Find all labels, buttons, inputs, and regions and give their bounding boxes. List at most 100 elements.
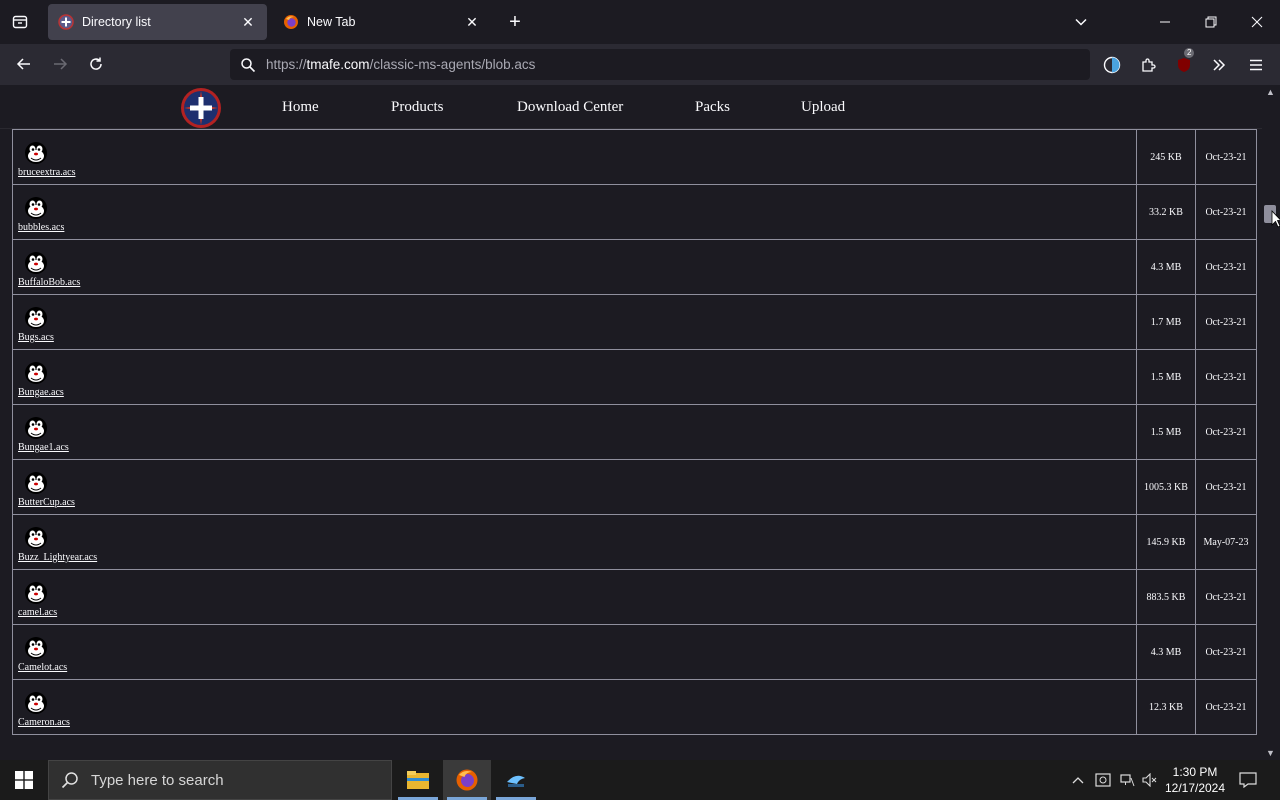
clock-time: 1:30 PM: [1172, 765, 1218, 779]
file-link[interactable]: BuffaloBob.acs: [18, 277, 80, 288]
minimize-icon[interactable]: [1142, 0, 1188, 44]
vpn-globe-icon[interactable]: [1098, 51, 1126, 79]
table-row: camel.acs 883.5 KB Oct-23-21: [12, 570, 1257, 625]
scroll-down-arrow-icon[interactable]: ▼: [1266, 748, 1275, 758]
file-size-cell: 245 KB: [1137, 130, 1196, 184]
page-content: Home Products Download Center Packs Uplo…: [0, 85, 1280, 760]
file-name-cell: Camelot.acs: [13, 625, 1137, 679]
url-text[interactable]: https://tmafe.com/classic-ms-agents/blob…: [266, 57, 535, 72]
agent-character-icon[interactable]: [23, 249, 49, 275]
app-taskbar-icon[interactable]: [492, 760, 540, 800]
file-link[interactable]: Cameron.acs: [18, 717, 70, 728]
tab-close-icon[interactable]: ✕: [463, 13, 481, 31]
back-arrow-icon[interactable]: [9, 50, 39, 78]
file-name-cell: bubbles.acs: [13, 185, 1137, 239]
file-date-cell: Oct-23-21: [1205, 316, 1247, 328]
agent-character-icon[interactable]: [23, 689, 49, 715]
firefox-view-icon[interactable]: [8, 10, 32, 34]
forward-arrow-icon[interactable]: [45, 50, 75, 78]
site-favicon-icon: [58, 14, 74, 30]
file-date-cell: Oct-23-21: [1205, 481, 1247, 493]
file-date-cell: Oct-23-21: [1205, 206, 1247, 218]
file-name-cell: bruceextra.acs: [13, 130, 1137, 184]
nav-upload-link[interactable]: Upload: [801, 99, 845, 116]
file-link[interactable]: camel.acs: [18, 607, 57, 618]
table-row: ButterCup.acs 1005.3 KB Oct-23-21: [12, 460, 1257, 515]
file-size-cell: 1.5 MB: [1137, 405, 1196, 459]
nav-products-link[interactable]: Products: [391, 99, 444, 116]
file-link[interactable]: bubbles.acs: [18, 222, 64, 233]
tab-directory-list[interactable]: Directory list ✕: [48, 4, 267, 40]
file-link[interactable]: Camelot.acs: [18, 662, 67, 673]
network-tray-icon[interactable]: [1116, 760, 1138, 800]
notification-center-icon[interactable]: [1234, 760, 1262, 800]
url-scheme: https://: [266, 57, 307, 72]
agent-character-icon[interactable]: [23, 634, 49, 660]
vertical-scrollbar[interactable]: ▲ ▼: [1262, 85, 1280, 760]
file-size-cell: 1.7 MB: [1137, 295, 1196, 349]
taskbar-clock[interactable]: 1:30 PM 12/17/2024: [1162, 764, 1228, 796]
extensions-puzzle-icon[interactable]: [1134, 51, 1162, 79]
file-link[interactable]: bruceextra.acs: [18, 167, 75, 178]
file-date-cell: Oct-23-21: [1205, 591, 1247, 603]
file-link[interactable]: ButterCup.acs: [18, 497, 75, 508]
firefox-taskbar-icon[interactable]: [443, 760, 491, 800]
taskbar-search-box[interactable]: Type here to search: [48, 760, 392, 800]
agent-character-icon[interactable]: [23, 414, 49, 440]
file-size-cell: 145.9 KB: [1137, 515, 1196, 569]
file-size-cell: 33.2 KB: [1137, 185, 1196, 239]
agent-character-icon[interactable]: [23, 579, 49, 605]
file-link[interactable]: Buzz_Lightyear.acs: [18, 552, 97, 563]
show-hidden-icons-chevron-icon[interactable]: [1068, 760, 1088, 800]
file-explorer-icon[interactable]: [394, 760, 442, 800]
close-window-icon[interactable]: [1234, 0, 1280, 44]
agent-character-icon[interactable]: [23, 304, 49, 330]
ublock-shield-icon[interactable]: 2: [1170, 48, 1198, 79]
windows-start-icon[interactable]: [0, 760, 48, 800]
site-logo-icon[interactable]: [180, 87, 222, 129]
tab-close-icon[interactable]: ✕: [239, 13, 257, 31]
nav-download-center-link[interactable]: Download Center: [517, 99, 623, 116]
agent-character-icon[interactable]: [23, 194, 49, 220]
tab-new-tab[interactable]: New Tab ✕: [273, 4, 491, 40]
agent-character-icon[interactable]: [23, 469, 49, 495]
file-date-cell: May-07-23: [1203, 536, 1249, 548]
file-name-cell: ButterCup.acs: [13, 460, 1137, 514]
file-date-cell: Oct-23-21: [1205, 371, 1247, 383]
file-link[interactable]: Bungae.acs: [18, 387, 64, 398]
new-tab-plus-icon[interactable]: +: [504, 11, 526, 33]
security-tray-icon[interactable]: [1092, 760, 1114, 800]
agent-character-icon[interactable]: [23, 139, 49, 165]
nav-packs-link[interactable]: Packs: [695, 99, 730, 116]
tab-strip: Directory list ✕ New Tab ✕ +: [0, 0, 1280, 44]
hamburger-menu-icon[interactable]: [1242, 51, 1270, 79]
file-name-cell: Bugs.acs: [13, 295, 1137, 349]
file-table: bruce2.acs295.8 KBOct-23-21bruceextra.ac…: [12, 85, 1257, 735]
reload-icon[interactable]: [81, 50, 111, 78]
scroll-up-arrow-icon[interactable]: ▲: [1266, 87, 1275, 97]
url-path: /classic-ms-agents/blob.acs: [369, 57, 536, 72]
tab-title: New Tab: [307, 15, 356, 29]
agent-character-icon[interactable]: [23, 359, 49, 385]
restore-icon[interactable]: [1188, 0, 1234, 44]
file-date-cell: Oct-23-21: [1205, 151, 1247, 163]
search-icon: [61, 772, 78, 789]
table-row: bubbles.acs 33.2 KB Oct-23-21: [12, 185, 1257, 240]
more-tools-chevrons-icon[interactable]: [1205, 51, 1233, 79]
list-all-tabs-chevron-icon[interactable]: [1058, 0, 1104, 44]
mouse-pointer-icon: [1271, 210, 1280, 228]
file-link[interactable]: Bugs.acs: [18, 332, 54, 343]
table-row: Bungae1.acs 1.5 MB Oct-23-21: [12, 405, 1257, 460]
table-row: Bugs.acs 1.7 MB Oct-23-21: [12, 295, 1257, 350]
extension-badge-count: 2: [1184, 48, 1195, 58]
address-bar[interactable]: https://tmafe.com/classic-ms-agents/blob…: [230, 49, 1090, 80]
table-row: Cameron.acs 12.3 KB Oct-23-21: [12, 680, 1257, 735]
file-size-cell: 883.5 KB: [1137, 570, 1196, 624]
file-size-cell: 12.3 KB: [1137, 680, 1196, 734]
site-navigation: Home Products Download Center Packs Uplo…: [0, 85, 1262, 129]
file-link[interactable]: Bungae1.acs: [18, 442, 69, 453]
volume-muted-icon[interactable]: [1139, 760, 1161, 800]
search-icon: [230, 57, 266, 73]
nav-home-link[interactable]: Home: [282, 99, 319, 116]
agent-character-icon[interactable]: [23, 524, 49, 550]
